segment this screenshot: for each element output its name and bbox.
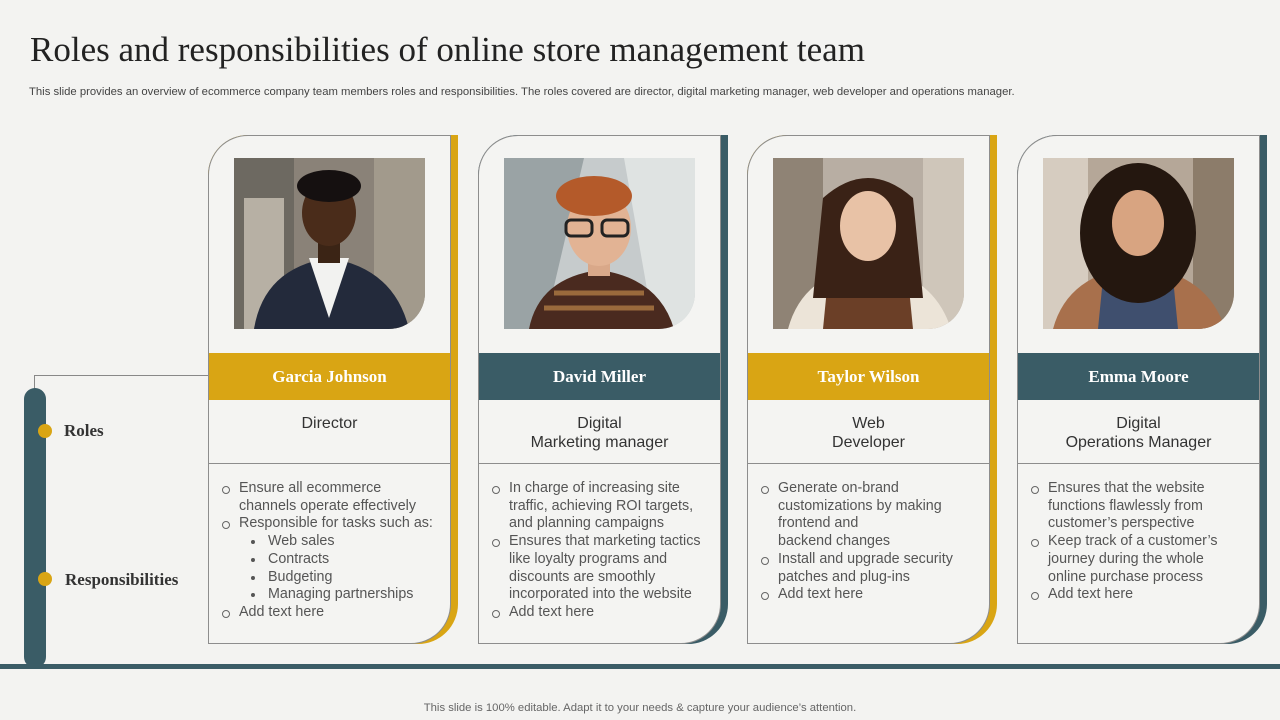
- card-divider: [1018, 463, 1259, 464]
- responsibility-item: patches and plug-ins: [778, 568, 910, 585]
- roles-dot-icon: [38, 424, 52, 438]
- card-role: Director: [301, 415, 358, 432]
- responsibility-item: Add text here: [758, 586, 988, 604]
- responsibility-item: customizations by making: [778, 497, 942, 514]
- connector-line: [34, 375, 35, 389]
- responsibility-item: traffic, achieving ROI targets,: [509, 497, 694, 514]
- team-card: David Miller Digital Marketing manager I…: [478, 135, 728, 645]
- responsibility-item: Contracts: [219, 551, 449, 569]
- responsibility-item: Ensures that marketing tactics: [489, 533, 719, 551]
- card-body: David Miller Digital Marketing manager I…: [478, 135, 721, 644]
- responsibility-item: Managing partnerships: [219, 586, 449, 604]
- card-divider: [209, 463, 450, 464]
- responsibility-item: Generate on-brand: [758, 480, 988, 498]
- team-card: Taylor Wilson Web Developer Generate on-…: [747, 135, 997, 645]
- responsibility-item: Web sales: [219, 533, 449, 551]
- card-body: Emma Moore Digital Operations Manager En…: [1017, 135, 1260, 644]
- card-role: Web Developer: [832, 415, 905, 451]
- portrait-young-man-glasses-image: [504, 158, 695, 329]
- portrait-woman-curly-hair-image: [1043, 158, 1234, 329]
- card-divider: [479, 463, 720, 464]
- card-name: Emma Moore: [1018, 353, 1259, 400]
- responsibility-list: In charge of increasing site traffic, ach…: [489, 480, 719, 622]
- responsibility-item: channels operate effectively: [239, 497, 416, 514]
- responsibility-item: Responsible for tasks such as:: [219, 515, 449, 533]
- responsibilities-label: Responsibilities: [65, 570, 179, 589]
- page-title: Roles and responsibilities of online sto…: [30, 30, 865, 69]
- responsibility-item: Add text here: [489, 604, 719, 622]
- responsibility-item: Add text here: [1028, 586, 1258, 604]
- responsibility-item: journey during the whole: [1048, 550, 1204, 567]
- responsibility-item: customer’s perspective: [1048, 515, 1195, 532]
- card-body: Garcia Johnson Director Ensure all ecomm…: [208, 135, 451, 644]
- team-card: Garcia Johnson Director Ensure all ecomm…: [208, 135, 458, 645]
- roles-label: Roles: [64, 421, 104, 440]
- responsibility-item: backend changes: [778, 533, 891, 550]
- responsibility-list: Ensures that the website functions flawle…: [1028, 480, 1258, 604]
- card-name: Taylor Wilson: [748, 353, 989, 400]
- responsibility-item: Install and upgrade security: [758, 551, 988, 569]
- portrait-man-suit-image: [234, 158, 425, 329]
- responsibility-item: Ensure all ecommerce: [219, 480, 449, 498]
- card-divider: [748, 463, 989, 464]
- responsibility-item: In charge of increasing site: [489, 480, 719, 498]
- responsibilities-dot-icon: [38, 572, 52, 586]
- card-name: David Miller: [479, 353, 720, 400]
- portrait-woman-scarf-image: [773, 158, 964, 329]
- card-name: Garcia Johnson: [209, 353, 450, 400]
- responsibility-item: functions flawlessly from: [1048, 497, 1203, 514]
- responsibility-item: discounts are smoothly: [509, 568, 656, 585]
- responsibility-item: Budgeting: [219, 569, 449, 587]
- page-subtitle: This slide provides an overview of ecomm…: [29, 86, 1015, 98]
- footer-note: This slide is 100% editable. Adapt it to…: [423, 702, 857, 714]
- card-role: Digital Marketing manager: [530, 415, 669, 451]
- responsibility-item: and planning campaigns: [509, 515, 664, 532]
- responsibility-item: Add text here: [219, 604, 449, 622]
- responsibility-list: Ensure all ecommerce channels operate eff…: [219, 480, 449, 622]
- responsibility-item: Keep track of a customer’s: [1028, 533, 1258, 551]
- responsibility-item: Ensures that the website: [1028, 480, 1258, 498]
- responsibility-list: Generate on-brand customizations by makin…: [758, 480, 988, 604]
- responsibility-item: frontend and: [778, 515, 859, 532]
- connector-line: [34, 375, 209, 376]
- responsibility-item: incorporated into the website: [509, 586, 692, 603]
- card-role: Digital Operations Manager: [1065, 415, 1212, 451]
- card-body: Taylor Wilson Web Developer Generate on-…: [747, 135, 990, 644]
- responsibility-item: online purchase process: [1048, 568, 1203, 585]
- team-card: Emma Moore Digital Operations Manager En…: [1017, 135, 1267, 645]
- bottom-bar: [0, 664, 1280, 669]
- responsibility-item: like loyalty programs and: [509, 550, 668, 567]
